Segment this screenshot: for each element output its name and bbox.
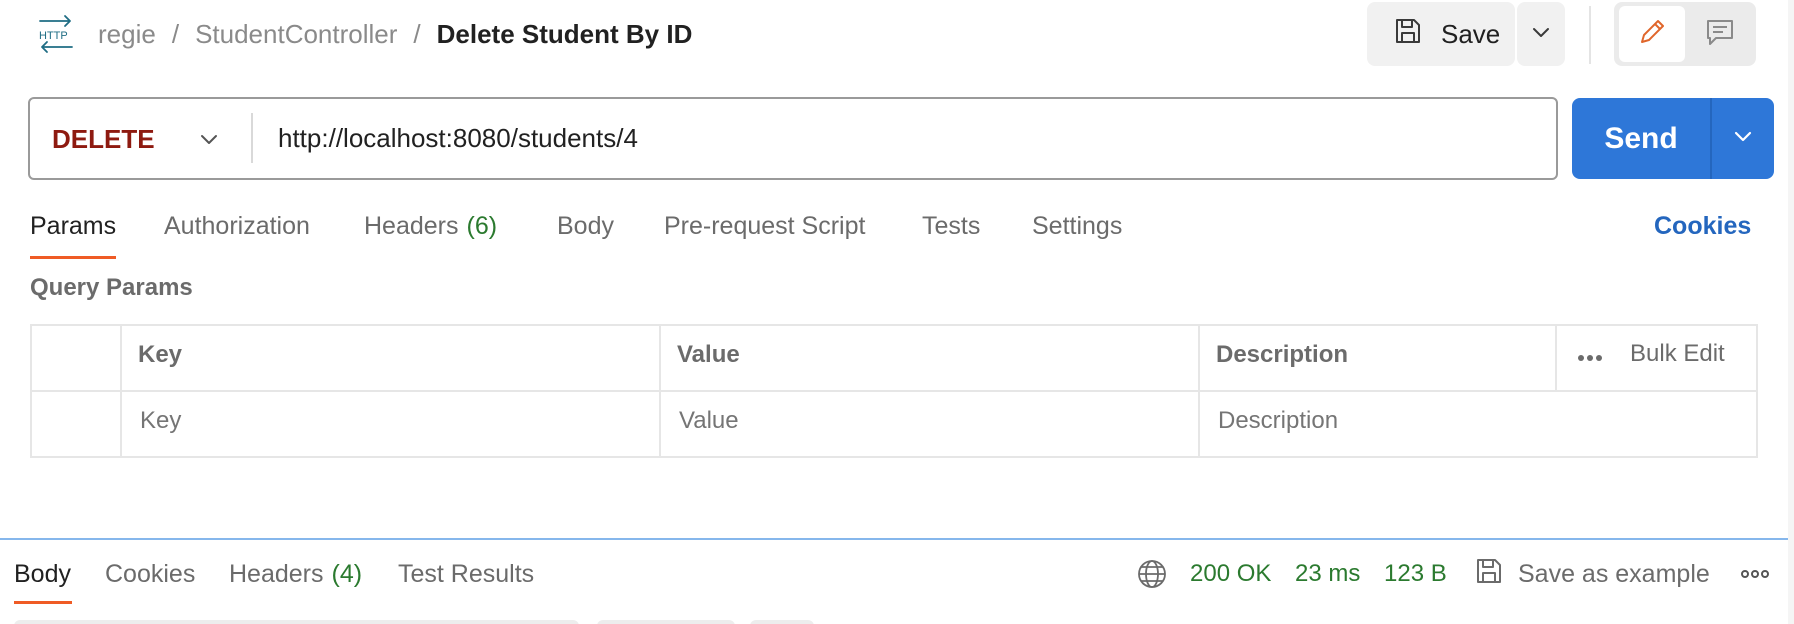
table-header-divider — [30, 390, 1758, 392]
tab-label: Tests — [922, 211, 981, 240]
response-size[interactable]: 123 B — [1384, 556, 1447, 592]
save-as-example-button[interactable]: Save as example — [1474, 556, 1710, 592]
bulk-edit-button[interactable]: Bulk Edit — [1630, 340, 1725, 368]
param-description-input[interactable] — [1218, 405, 1738, 437]
response-pane-divider[interactable] — [0, 538, 1790, 540]
request-name[interactable]: Delete Student By ID — [437, 19, 693, 50]
tab-headers[interactable]: Headers (6) — [364, 208, 497, 244]
breadcrumb-separator: / — [171, 18, 180, 49]
chevron-down-icon — [1531, 25, 1551, 44]
query-params-title: Query Params — [30, 274, 193, 301]
save-options-button[interactable] — [1517, 2, 1565, 66]
tab-label: Headers — [364, 211, 459, 240]
send-options-button[interactable] — [1710, 98, 1774, 179]
tab-label: Headers — [229, 559, 324, 588]
headers-count: (6) — [466, 211, 498, 240]
response-view-selector[interactable] — [597, 620, 735, 624]
toolbar-divider — [1589, 6, 1591, 64]
tab-label: Pre-request Script — [664, 211, 866, 240]
comments-button[interactable] — [1690, 6, 1750, 62]
tab-label: Body — [14, 559, 71, 588]
tab-label: Test Results — [398, 559, 535, 588]
method-selector[interactable]: DELETE — [52, 121, 155, 157]
response-tab-test-results[interactable]: Test Results — [398, 556, 534, 592]
tab-label: Body — [557, 211, 614, 240]
tab-authorization[interactable]: Authorization — [164, 208, 310, 244]
response-time[interactable]: 23 ms — [1295, 556, 1360, 592]
active-tab-indicator — [30, 256, 116, 259]
tab-label: Settings — [1032, 211, 1123, 240]
url-bar-divider — [251, 113, 253, 163]
response-wrap-toggle[interactable] — [750, 620, 814, 624]
url-input[interactable] — [278, 117, 1518, 159]
save-as-example-label: Save as example — [1518, 559, 1710, 588]
globe-icon[interactable] — [1136, 558, 1168, 590]
save-button[interactable]: Save — [1367, 2, 1515, 66]
send-button[interactable]: Send — [1572, 98, 1710, 179]
tab-pre-request-script[interactable]: Pre-request Script — [664, 208, 865, 244]
column-divider — [1198, 324, 1200, 458]
column-divider — [1555, 324, 1557, 390]
column-header-description: Description — [1216, 341, 1349, 368]
response-tab-cookies[interactable]: Cookies — [105, 556, 195, 592]
active-tab-indicator — [14, 601, 72, 604]
param-key-input[interactable] — [140, 405, 640, 437]
svg-text:HTTP: HTTP — [39, 30, 68, 42]
response-tab-body[interactable]: Body — [14, 556, 71, 592]
tab-label: Params — [30, 211, 117, 240]
column-header-key: Key — [138, 341, 183, 368]
chevron-down-icon — [1732, 129, 1754, 148]
cookies-link[interactable]: Cookies — [1654, 208, 1751, 244]
save-icon — [1393, 16, 1423, 53]
tab-settings[interactable]: Settings — [1032, 208, 1122, 244]
column-divider — [659, 324, 661, 458]
breadcrumb-workspace[interactable]: regie — [98, 19, 156, 50]
breadcrumb: regie / StudentController / Delete Stude… — [98, 18, 692, 50]
tab-label: Authorization — [164, 211, 310, 240]
chevron-down-icon[interactable] — [196, 126, 222, 152]
tab-body[interactable]: Body — [557, 208, 614, 244]
save-icon — [1474, 556, 1504, 593]
save-label: Save — [1441, 18, 1501, 49]
pencil-icon — [1636, 16, 1668, 53]
scrollbar-track[interactable] — [1788, 0, 1794, 624]
tab-params[interactable]: Params — [30, 208, 116, 244]
breadcrumb-collection[interactable]: StudentController — [195, 19, 397, 50]
comment-icon — [1704, 16, 1736, 53]
more-horizontal-icon[interactable] — [1575, 344, 1605, 372]
column-divider — [120, 324, 122, 458]
param-value-input[interactable] — [679, 405, 1179, 437]
response-tab-headers[interactable]: Headers (4) — [229, 556, 362, 592]
headers-count: (4) — [331, 559, 363, 588]
tab-label: Cookies — [105, 559, 196, 588]
tab-tests[interactable]: Tests — [922, 208, 980, 244]
http-request-icon: HTTP — [36, 14, 76, 54]
breadcrumb-separator: / — [413, 18, 421, 49]
more-horizontal-icon[interactable] — [1740, 562, 1770, 586]
edit-mode-button[interactable] — [1619, 6, 1685, 62]
response-format-bar[interactable] — [14, 620, 579, 624]
response-status[interactable]: 200 OK — [1190, 556, 1271, 592]
column-header-value: Value — [677, 341, 740, 368]
